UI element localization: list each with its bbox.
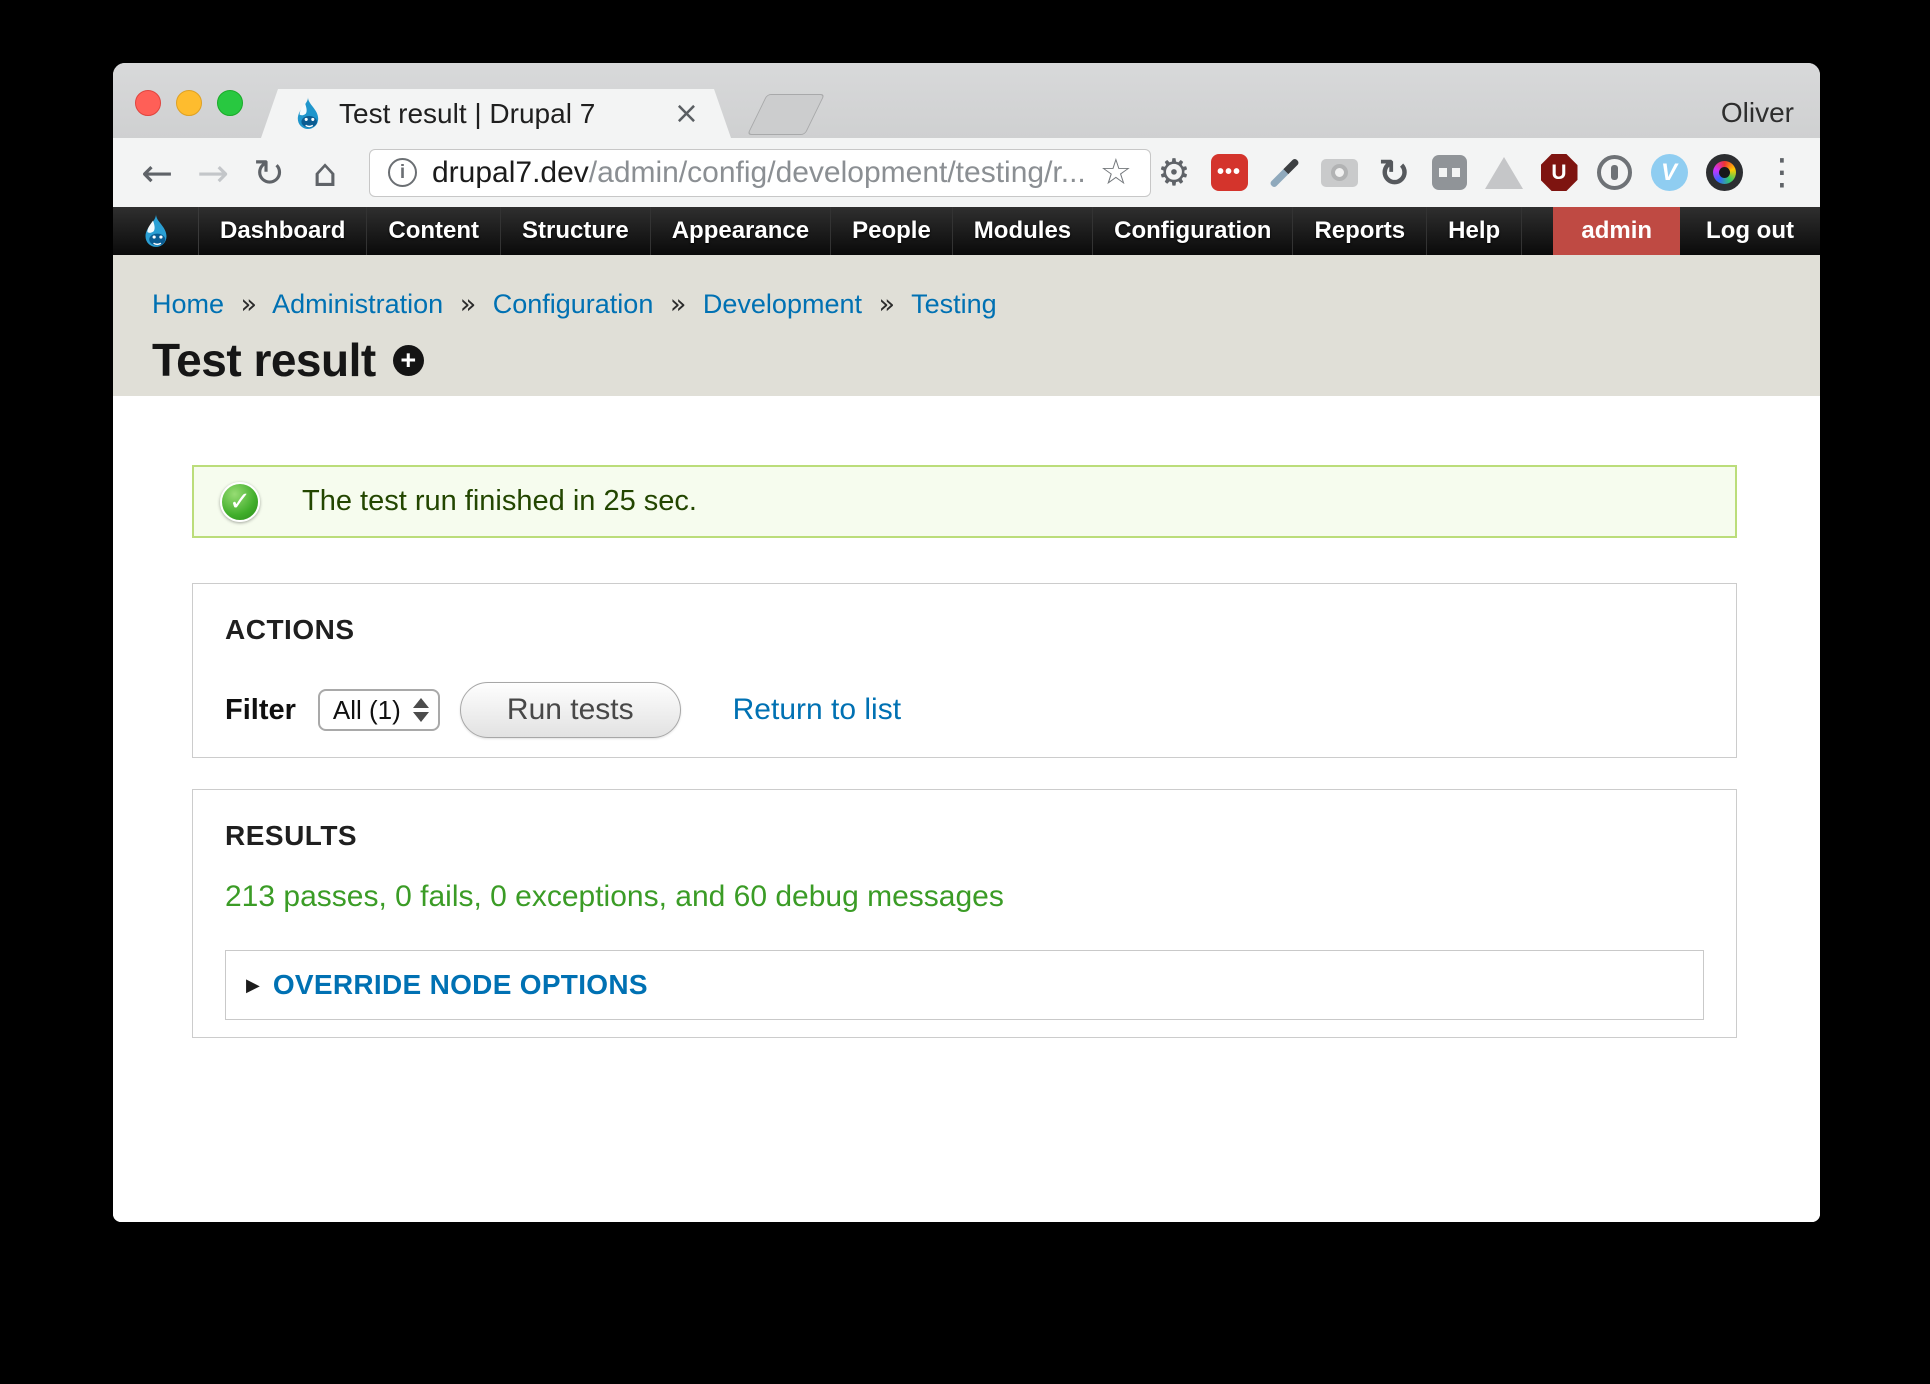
breadcrumb-administration[interactable]: Administration <box>272 289 443 319</box>
camera-lens-extension-icon[interactable] <box>1703 152 1745 194</box>
run-tests-button[interactable]: Run tests <box>460 682 681 738</box>
override-node-options-fieldset[interactable]: ▶ OVERRIDE NODE OPTIONS <box>225 950 1704 1020</box>
sync-history-extension-icon[interactable]: ↻ <box>1373 152 1415 194</box>
filter-select-value: All (1) <box>333 695 401 726</box>
actions-legend: ACTIONS <box>225 614 1704 646</box>
browser-menu-icon[interactable]: ⋮ <box>1764 152 1800 193</box>
actions-fieldset: ACTIONS Filter All (1) Run tests Return … <box>192 583 1737 758</box>
results-summary: 213 passes, 0 fails, 0 exceptions, and 6… <box>225 880 1704 914</box>
bookmark-star-icon[interactable]: ☆ <box>1100 152 1132 193</box>
toolbar-item-reports[interactable]: Reports <box>1293 207 1427 255</box>
override-node-options-link[interactable]: OVERRIDE NODE OPTIONS <box>273 969 648 1001</box>
page-title: Test result <box>152 333 376 387</box>
drupal-favicon <box>293 96 323 132</box>
active-tab[interactable]: Test result | Drupal 7 × <box>261 89 731 138</box>
traffic-lights <box>135 90 243 116</box>
settings-gear-icon[interactable]: ⚙ <box>1153 152 1195 194</box>
close-window-button[interactable] <box>135 90 161 116</box>
breadcrumb-configuration[interactable]: Configuration <box>493 289 654 319</box>
breadcrumb-home[interactable]: Home <box>152 289 224 319</box>
zoom-window-button[interactable] <box>217 90 243 116</box>
vimium-extension-icon[interactable]: V <box>1648 152 1690 194</box>
breadcrumb-testing[interactable]: Testing <box>911 289 997 319</box>
tampermonkey-extension-icon[interactable] <box>1428 152 1470 194</box>
status-ok-check-icon: ✓ <box>220 482 260 522</box>
home-icon[interactable]: ⌂ <box>301 151 349 195</box>
minimize-window-button[interactable] <box>176 90 202 116</box>
screenshot-camera-extension-icon[interactable] <box>1318 152 1360 194</box>
toolbar-item-configuration[interactable]: Configuration <box>1093 207 1293 255</box>
toolbar-item-structure[interactable]: Structure <box>501 207 651 255</box>
select-stepper-icon <box>413 698 429 722</box>
toolbar-item-modules[interactable]: Modules <box>953 207 1093 255</box>
tab-title: Test result | Drupal 7 <box>339 98 674 130</box>
back-icon[interactable]: ← <box>133 151 181 195</box>
breadcrumb-development[interactable]: Development <box>703 289 862 319</box>
toolbar-user-admin-link[interactable]: admin <box>1553 207 1680 255</box>
drupal-logo[interactable] <box>113 207 199 255</box>
extension-icons: ⚙ ••• ↻ U V ⋮ <box>1153 152 1800 194</box>
ublock-extension-icon[interactable]: U <box>1538 152 1580 194</box>
toolbar-item-content[interactable]: Content <box>367 207 501 255</box>
toolbar-item-dashboard[interactable]: Dashboard <box>199 207 367 255</box>
filter-select[interactable]: All (1) <box>318 689 440 731</box>
forward-icon: → <box>189 151 237 195</box>
return-to-list-link[interactable]: Return to list <box>733 693 901 727</box>
status-message-text: The test run finished in 25 sec. <box>302 485 697 518</box>
url-domain: drupal7.dev <box>432 156 589 190</box>
lastpass-extension-icon[interactable]: ••• <box>1208 152 1250 194</box>
toolbar-item-people[interactable]: People <box>831 207 953 255</box>
drupal-admin-toolbar: Dashboard Content Structure Appearance P… <box>113 207 1820 255</box>
address-bar[interactable]: i drupal7.dev /admin/config/development/… <box>369 149 1151 197</box>
breadcrumb-separator: » <box>879 289 896 320</box>
results-fieldset: RESULTS 213 passes, 0 fails, 0 exception… <box>192 789 1737 1038</box>
toolbar-logout-link[interactable]: Log out <box>1680 207 1820 255</box>
toolbar-item-help[interactable]: Help <box>1427 207 1522 255</box>
google-drive-extension-icon[interactable] <box>1483 152 1525 194</box>
eyedropper-extension-icon[interactable] <box>1263 152 1305 194</box>
breadcrumb-separator: » <box>460 289 477 320</box>
results-legend: RESULTS <box>225 820 1704 852</box>
breadcrumb: Home » Administration » Configuration » … <box>152 289 1820 320</box>
tab-strip: Test result | Drupal 7 × Oliver <box>113 63 1820 138</box>
password-manager-extension-icon[interactable] <box>1593 152 1635 194</box>
toolbar-item-appearance[interactable]: Appearance <box>651 207 831 255</box>
page-content: ✓ The test run finished in 25 sec. ACTIO… <box>113 396 1820 1222</box>
browser-profile-name[interactable]: Oliver <box>1721 97 1794 129</box>
filter-label: Filter <box>225 694 296 727</box>
new-tab-button[interactable] <box>747 94 825 135</box>
site-header: Home » Administration » Configuration » … <box>113 255 1820 396</box>
add-shortcut-icon[interactable]: + <box>393 345 424 376</box>
status-message: ✓ The test run finished in 25 sec. <box>192 465 1737 538</box>
page-info-icon[interactable]: i <box>388 158 417 187</box>
tab-close-icon[interactable]: × <box>674 96 699 131</box>
breadcrumb-separator: » <box>241 289 258 320</box>
collapse-arrow-icon: ▶ <box>246 975 260 996</box>
reload-icon[interactable]: ↻ <box>245 151 293 195</box>
url-path: /admin/config/development/testing/r... <box>589 156 1086 190</box>
browser-toolbar: ← → ↻ ⌂ i drupal7.dev /admin/config/deve… <box>113 138 1820 207</box>
browser-window: Test result | Drupal 7 × Oliver ← → ↻ ⌂ … <box>113 63 1820 1222</box>
breadcrumb-separator: » <box>670 289 687 320</box>
